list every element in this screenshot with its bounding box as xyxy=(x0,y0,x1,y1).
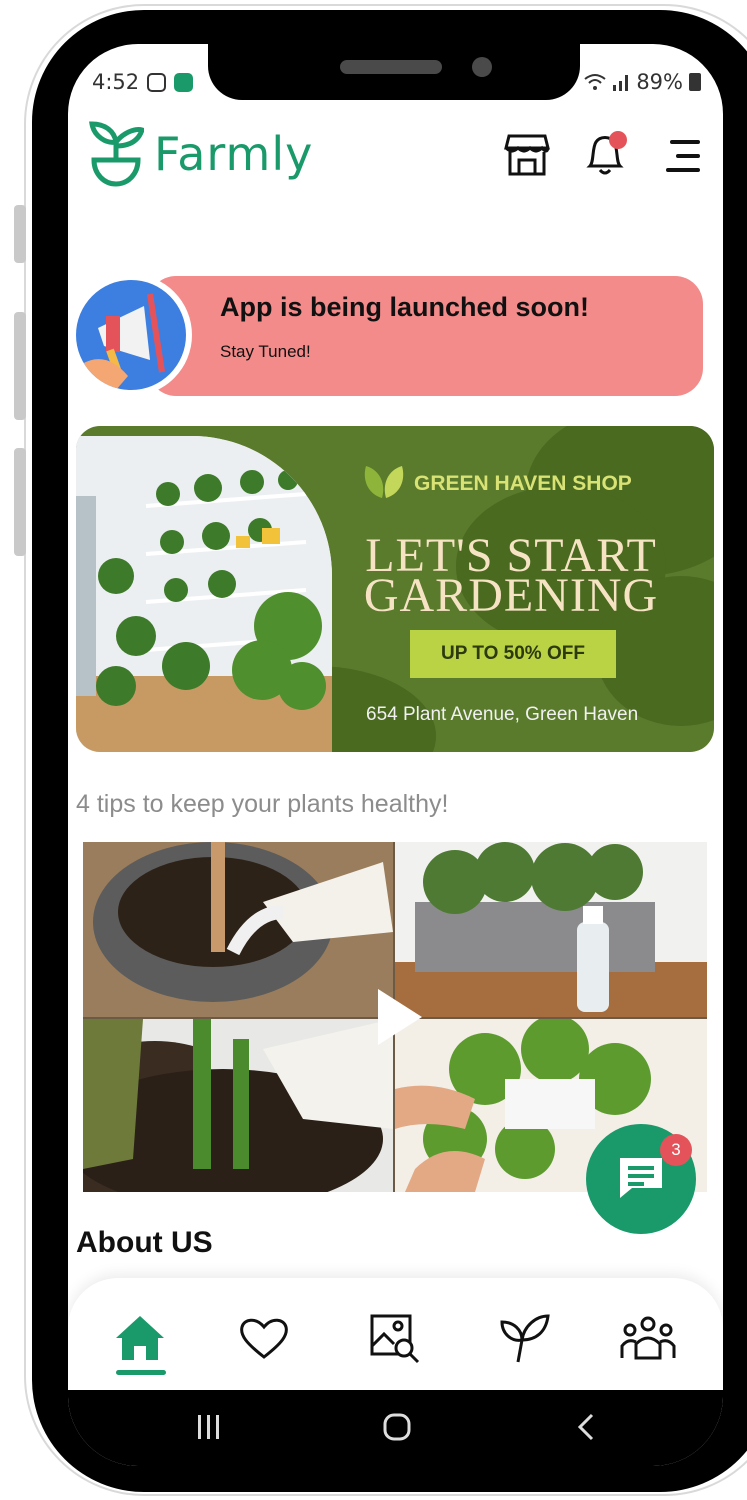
system-home-icon xyxy=(383,1413,411,1441)
shop-interior-photo xyxy=(76,436,332,752)
chat-icon xyxy=(620,1158,662,1198)
volume-down-button xyxy=(14,312,26,420)
play-icon[interactable] xyxy=(378,989,422,1045)
heart-icon xyxy=(240,1318,288,1359)
video-tile-spray xyxy=(395,842,707,1017)
nav-image-search[interactable] xyxy=(364,1308,424,1368)
speaker xyxy=(340,60,442,74)
back-icon xyxy=(577,1413,594,1441)
volume-up-button xyxy=(14,205,26,263)
notification-bell-icon[interactable] xyxy=(580,128,630,180)
megaphone-icon xyxy=(76,293,165,390)
promo-headline-line2: GARDENING xyxy=(363,569,659,622)
status-bar-right: 89% xyxy=(584,70,701,94)
plant-icon xyxy=(500,1314,550,1363)
nav-favorites[interactable] xyxy=(234,1308,294,1368)
promo-card[interactable]: GREEN HAVEN SHOP LET'S START GARDENING U… xyxy=(76,426,714,752)
system-navigation-bar xyxy=(68,1390,723,1466)
hamburger-menu-icon[interactable] xyxy=(664,138,702,174)
front-camera xyxy=(472,57,492,77)
video-tile-watering xyxy=(83,842,393,1017)
recent-apps-button[interactable] xyxy=(194,1402,224,1452)
tips-title: 4 tips to keep your plants healthy! xyxy=(76,790,449,818)
nav-home[interactable] xyxy=(110,1308,170,1368)
wifi-icon xyxy=(584,74,606,90)
app-name: Farmly xyxy=(154,127,314,181)
nav-active-indicator xyxy=(116,1370,166,1375)
store-icon[interactable] xyxy=(504,132,550,178)
power-button xyxy=(14,448,26,556)
image-search-icon xyxy=(370,1314,420,1364)
battery-percent: 89% xyxy=(636,70,683,94)
leaf-logo-icon xyxy=(364,466,404,498)
chat-badge: 3 xyxy=(660,1134,692,1166)
announcement-subtitle: Stay Tuned! xyxy=(220,342,311,361)
status-time: 4:52 xyxy=(92,70,140,94)
announcement-title: App is being launched soon! xyxy=(220,292,590,322)
discount-button[interactable]: UP TO 50% OFF xyxy=(410,630,616,678)
community-icon xyxy=(620,1316,676,1360)
instagram-icon xyxy=(147,72,167,92)
sprout-logo-icon xyxy=(89,121,144,187)
app-logo[interactable]: Farmly xyxy=(88,120,313,188)
shop-name: GREEN HAVEN SHOP xyxy=(414,472,632,495)
battery-icon xyxy=(689,73,701,91)
video-tile-milk xyxy=(83,1019,393,1192)
signal-icon xyxy=(613,75,629,91)
nav-plants[interactable] xyxy=(494,1308,554,1368)
app-screen: 4:52 89% Farmly App is being launched so… xyxy=(68,44,723,1466)
home-icon xyxy=(116,1316,164,1360)
about-heading: About US xyxy=(76,1226,213,1259)
back-button[interactable] xyxy=(574,1402,598,1452)
notch xyxy=(208,44,580,100)
status-bar-left: 4:52 xyxy=(92,70,194,94)
nav-community[interactable] xyxy=(618,1308,678,1368)
shop-address: 654 Plant Avenue, Green Haven xyxy=(366,704,639,725)
promo-headline: LET'S START GARDENING xyxy=(346,532,676,622)
megaphone-illustration xyxy=(76,280,186,390)
farmly-notification-icon xyxy=(174,72,194,92)
home-system-button[interactable] xyxy=(382,1402,412,1452)
bottom-navigation xyxy=(68,1278,723,1394)
recent-apps-icon xyxy=(198,1415,219,1439)
